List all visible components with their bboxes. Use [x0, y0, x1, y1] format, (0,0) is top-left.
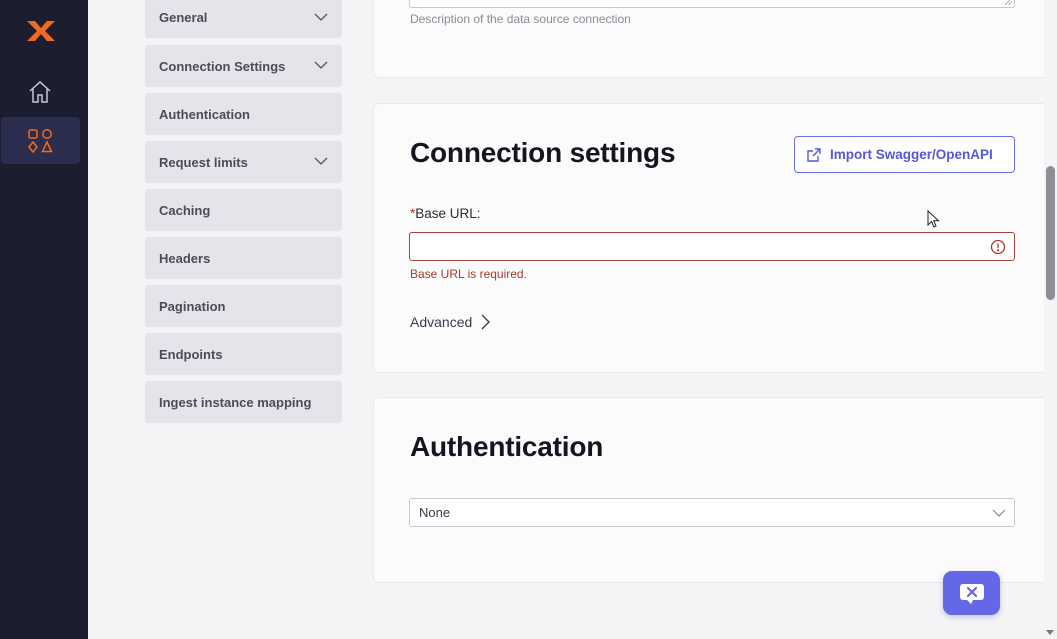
base-url-field[interactable]	[409, 232, 1015, 261]
nav-item-label: Endpoints	[159, 346, 223, 362]
nav-item-label: Caching	[159, 202, 211, 218]
nav-item-authentication[interactable]: Authentication	[145, 93, 342, 135]
support-chat-button[interactable]	[943, 571, 1000, 615]
description-textarea[interactable]	[409, 0, 1015, 8]
nav-item-pagination[interactable]: Pagination	[145, 285, 342, 327]
advanced-toggle[interactable]: Advanced	[410, 314, 491, 330]
app-rail	[0, 0, 88, 639]
apps-icon[interactable]	[27, 128, 53, 154]
nav-item-label: Headers	[159, 250, 211, 266]
nav-item-ingest-instance-mapping[interactable]: Ingest instance mapping	[145, 381, 342, 423]
base-url-error: Base URL is required.	[410, 267, 527, 281]
nav-item-connection-settings[interactable]: Connection Settings	[145, 45, 342, 87]
nav-item-headers[interactable]: Headers	[145, 237, 342, 279]
page-scrollbar[interactable]	[1044, 0, 1057, 639]
base-url-label-text: Base URL:	[415, 206, 481, 221]
home-icon[interactable]	[26, 78, 54, 106]
scrollbar-thumb[interactable]	[1046, 166, 1055, 300]
chat-close-icon	[959, 584, 984, 604]
authentication-selected-value: None	[419, 505, 451, 520]
nav-item-label: Request limits	[159, 154, 248, 170]
nav-item-label: Ingest instance mapping	[159, 394, 312, 410]
nav-item-general[interactable]: General	[145, 0, 342, 38]
nav-item-caching[interactable]: Caching	[145, 189, 342, 231]
scroll-down-arrow-icon[interactable]	[1046, 630, 1054, 635]
x-logo-icon[interactable]	[25, 19, 57, 43]
nav-item-label: Authentication	[159, 106, 250, 122]
import-swagger-button[interactable]: Import Swagger/OpenAPI	[794, 136, 1015, 173]
authentication-title: Authentication	[410, 431, 604, 462]
nav-item-request-limits[interactable]: Request limits	[145, 141, 342, 183]
external-link-icon	[807, 148, 821, 162]
import-swagger-label: Import Swagger/OpenAPI	[830, 147, 993, 162]
nav-item-label: General	[159, 10, 208, 25]
connection-settings-title: Connection settings	[410, 137, 676, 168]
base-url-label: *Base URL:	[410, 206, 481, 221]
nav-item-label: Connection Settings	[159, 58, 286, 74]
nav-item-endpoints[interactable]: Endpoints	[145, 333, 342, 375]
description-helper-text: Description of the data source connectio…	[410, 12, 631, 26]
base-url-input[interactable]	[410, 233, 970, 260]
nav-item-label: Pagination	[159, 298, 226, 314]
authentication-select[interactable]: None	[409, 498, 1015, 527]
authentication-card	[373, 397, 1057, 583]
chevron-down-icon	[314, 157, 328, 165]
chevron-down-icon	[314, 13, 328, 21]
mouse-cursor-icon	[927, 210, 940, 228]
resize-grip-icon[interactable]	[1005, 0, 1012, 5]
chevron-down-icon	[992, 509, 1006, 517]
error-icon	[990, 239, 1006, 255]
advanced-label: Advanced	[410, 314, 473, 330]
chevron-down-icon	[314, 61, 328, 69]
chevron-right-icon	[481, 314, 491, 330]
